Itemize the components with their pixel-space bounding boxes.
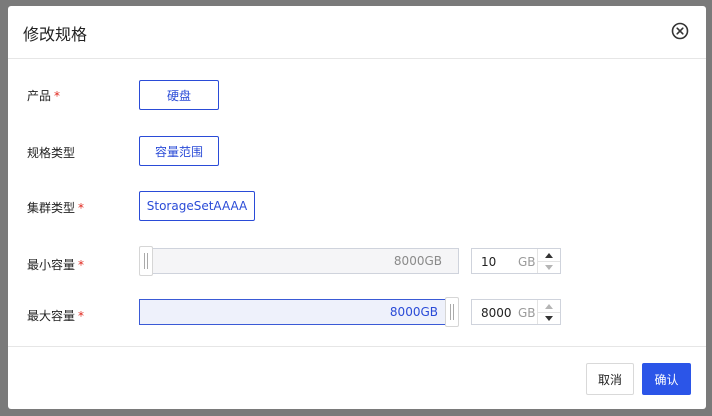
- max-capacity-input[interactable]: 8000 GB: [471, 299, 561, 325]
- min-capacity-slider-handle[interactable]: [139, 246, 153, 276]
- close-icon[interactable]: [671, 22, 689, 40]
- cancel-button[interactable]: 取消: [586, 363, 634, 395]
- confirm-button[interactable]: 确认: [642, 363, 691, 395]
- dialog-title: 修改规格: [23, 25, 88, 44]
- min-capacity-unit: GB: [518, 255, 536, 269]
- modify-spec-dialog: 修改规格 产品 * 硬盘 规格类型 容量范围 集群类型 * StorageSetAA…: [8, 6, 706, 409]
- min-capacity-slider[interactable]: 8000GB: [139, 248, 459, 274]
- spec-type-label: 规格类型: [27, 146, 76, 160]
- max-capacity-unit: GB: [518, 306, 536, 320]
- min-capacity-slider-text: 8000GB: [393, 254, 442, 268]
- dialog-header: 修改规格: [8, 6, 706, 59]
- product-option-disk[interactable]: 硬盘: [139, 80, 219, 110]
- caret-down-icon[interactable]: [537, 261, 560, 273]
- dialog-footer-divider: [8, 346, 706, 347]
- max-capacity-label: 最大容量 *: [27, 309, 85, 323]
- required-mark: *: [78, 201, 85, 215]
- max-capacity-slider-handle[interactable]: [445, 297, 459, 327]
- min-capacity-label: 最小容量 *: [27, 258, 85, 272]
- spec-type-option-capacity-range[interactable]: 容量范围: [139, 136, 219, 166]
- min-capacity-input[interactable]: 10 GB: [471, 248, 561, 274]
- max-capacity-slider-text: 8000GB: [389, 305, 438, 319]
- caret-down-icon[interactable]: [537, 312, 560, 324]
- max-capacity-value[interactable]: 8000: [481, 306, 512, 320]
- cluster-type-label: 集群类型 *: [27, 201, 85, 215]
- cluster-type-option[interactable]: StorageSetAAAA: [139, 191, 255, 221]
- required-mark: *: [78, 309, 85, 323]
- product-label: 产品 *: [27, 89, 61, 103]
- required-mark: *: [78, 258, 85, 272]
- required-mark: *: [54, 89, 61, 103]
- max-capacity-slider[interactable]: 8000GB: [139, 299, 459, 325]
- min-capacity-value[interactable]: 10: [481, 255, 496, 269]
